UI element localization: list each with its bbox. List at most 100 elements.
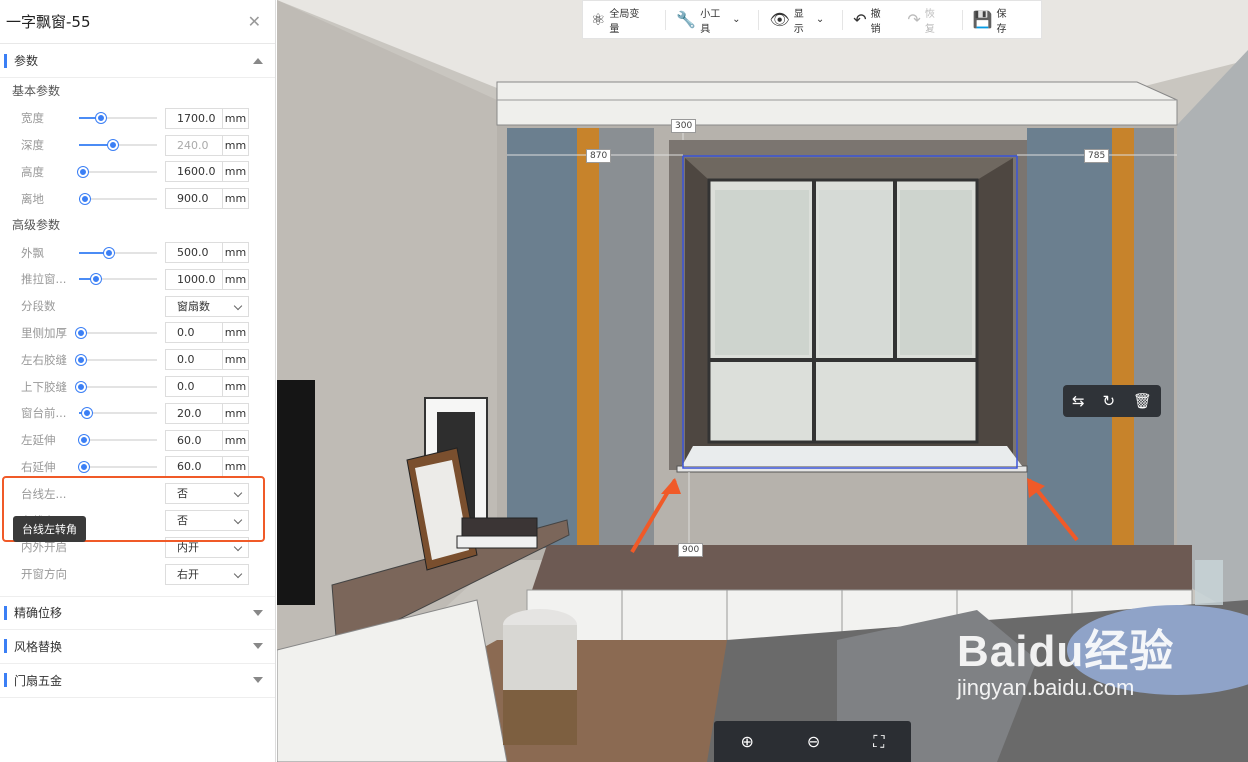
save-icon: 💾 [972, 10, 993, 29]
param-value-input[interactable]: 240.0 [165, 134, 223, 156]
slider-handle[interactable] [78, 461, 89, 472]
param-unit: mm [222, 429, 249, 451]
param-slider[interactable] [79, 138, 157, 152]
undo-button[interactable]: ↶ 撤销 [853, 5, 889, 35]
slider-handle[interactable] [80, 193, 91, 204]
slider-handle[interactable] [75, 327, 86, 338]
dimension-right: 785 [1084, 149, 1110, 163]
slider-handle[interactable] [77, 166, 88, 177]
zoom-out-icon[interactable]: ⊖ [807, 732, 820, 751]
delete-icon[interactable]: 🗑 [1133, 392, 1152, 410]
param-label: 上下胶缝 [21, 379, 67, 394]
param-select[interactable]: 否 [165, 483, 249, 505]
slider-handle[interactable] [107, 140, 118, 151]
param-slider[interactable] [79, 406, 157, 420]
param-slider[interactable] [79, 246, 157, 260]
param-value-input[interactable]: 20.0 [165, 402, 223, 424]
param-label: 离地 [21, 191, 44, 206]
param-row: 窗台前... 20.0 mm [0, 400, 275, 427]
param-row: 左右胶缝 0.0 mm [0, 346, 275, 373]
expand-icon[interactable] [253, 643, 263, 650]
basic-params-heading: 基本参数 [12, 84, 61, 98]
close-icon[interactable]: ✕ [248, 12, 261, 31]
section-style-replace[interactable]: 风格替换 [0, 630, 275, 664]
slider-handle[interactable] [78, 435, 89, 446]
param-select[interactable]: 内开 [165, 536, 249, 558]
param-slider[interactable] [79, 111, 157, 125]
param-row: 高度 1600.0 mm [0, 159, 275, 186]
param-row: 深度 240.0 mm [0, 132, 275, 159]
watermark-brand: Baidu经验 [957, 627, 1175, 676]
param-select[interactable]: 右开 [165, 563, 249, 585]
param-label: 窗台前... [21, 406, 67, 421]
swap-icon[interactable]: ⇆ [1072, 392, 1085, 410]
param-value-input[interactable]: 500.0 [165, 242, 223, 264]
section-precise-move-label: 精确位移 [14, 606, 63, 621]
slider-handle[interactable] [75, 381, 86, 392]
slider-handle[interactable] [91, 274, 102, 285]
param-label: 推拉窗... [21, 272, 67, 287]
param-slider[interactable] [78, 433, 157, 447]
chevron-down-icon [233, 542, 243, 552]
param-slider[interactable] [79, 272, 157, 286]
param-label: 外飘 [21, 245, 44, 260]
param-value-input[interactable]: 1700.0 [165, 107, 223, 129]
param-select[interactable]: 窗扇数 [165, 295, 249, 317]
display-label: 显示 [793, 8, 804, 35]
rotate-icon[interactable]: ↻ [1102, 392, 1115, 410]
param-value-input[interactable]: 900.0 [165, 188, 223, 210]
param-row: 宽度 1700.0 mm [0, 105, 275, 132]
slider-handle[interactable] [95, 113, 106, 124]
param-value-input[interactable]: 1600.0 [165, 161, 223, 183]
param-row: 台线左... 否 [0, 480, 275, 507]
fullscreen-icon[interactable]: ⛶ [873, 732, 884, 752]
section-params[interactable]: 参数 [0, 44, 275, 78]
param-label: 高度 [21, 164, 44, 179]
param-slider[interactable] [78, 460, 157, 474]
advanced-params-list: 外飘 500.0 mm 推拉窗... 1000.0 mm 分段数 窗扇数 里侧加厚 0.0 mm 左右… [0, 239, 275, 480]
param-unit: mm [222, 188, 249, 210]
param-unit: mm [222, 402, 249, 424]
param-slider[interactable] [77, 165, 157, 179]
param-value-input[interactable]: 0.0 [165, 376, 223, 398]
param-label: 开窗方向 [21, 567, 67, 582]
undo-icon: ↶ [853, 10, 867, 29]
param-slider[interactable] [75, 353, 157, 367]
3d-viewport[interactable]: 300 870 785 900 ⚛ 全局变量 🔧 小工具 ⌄ 👁 显示 ⌄ ↶ … [277, 0, 1248, 762]
param-value-input[interactable]: 0.0 [165, 349, 223, 371]
redo-button[interactable]: ↷ 恢复 [907, 5, 943, 35]
param-row: 外飘 500.0 mm [0, 239, 275, 266]
tools-dropdown[interactable]: 🔧 小工具 ⌄ [676, 5, 740, 35]
slider-handle[interactable] [75, 354, 86, 365]
param-slider[interactable] [79, 192, 157, 206]
param-unit: mm [222, 322, 249, 344]
global-variable-button[interactable]: ⚛ 全局变量 [591, 5, 647, 35]
param-select[interactable]: 否 [165, 510, 249, 532]
basic-params-list: 宽度 1700.0 mm 深度 240.0 mm 高度 1600.0 mm 离地 900.0 mm [0, 105, 275, 212]
slider-handle[interactable] [81, 408, 92, 419]
collapse-icon[interactable] [253, 57, 263, 64]
save-button[interactable]: 💾 保存 [973, 5, 1015, 35]
expand-icon[interactable] [253, 677, 263, 684]
wrench-icon: 🔧 [676, 10, 697, 29]
expand-icon[interactable] [253, 609, 263, 616]
param-slider[interactable] [75, 326, 157, 340]
section-hardware[interactable]: 门扇五金 [0, 664, 275, 698]
param-slider[interactable] [75, 380, 157, 394]
param-value-input[interactable]: 60.0 [165, 456, 223, 478]
param-unit: mm [222, 161, 249, 183]
param-unit: mm [222, 456, 249, 478]
param-unit: mm [222, 376, 249, 398]
param-unit: mm [222, 134, 249, 156]
section-precise-move[interactable]: 精确位移 [0, 595, 275, 630]
param-value-input[interactable]: 60.0 [165, 429, 223, 451]
slider-handle[interactable] [103, 247, 114, 258]
param-label: 台线左... [21, 486, 67, 501]
zoom-in-icon[interactable]: ⊕ [740, 732, 753, 751]
param-label: 深度 [21, 138, 44, 153]
param-value-input[interactable]: 0.0 [165, 322, 223, 344]
display-dropdown[interactable]: 👁 显示 ⌄ [769, 5, 824, 35]
param-value-input[interactable]: 1000.0 [165, 268, 223, 290]
advanced-params-heading: 高级参数 [12, 218, 61, 233]
param-unit: mm [222, 107, 249, 129]
